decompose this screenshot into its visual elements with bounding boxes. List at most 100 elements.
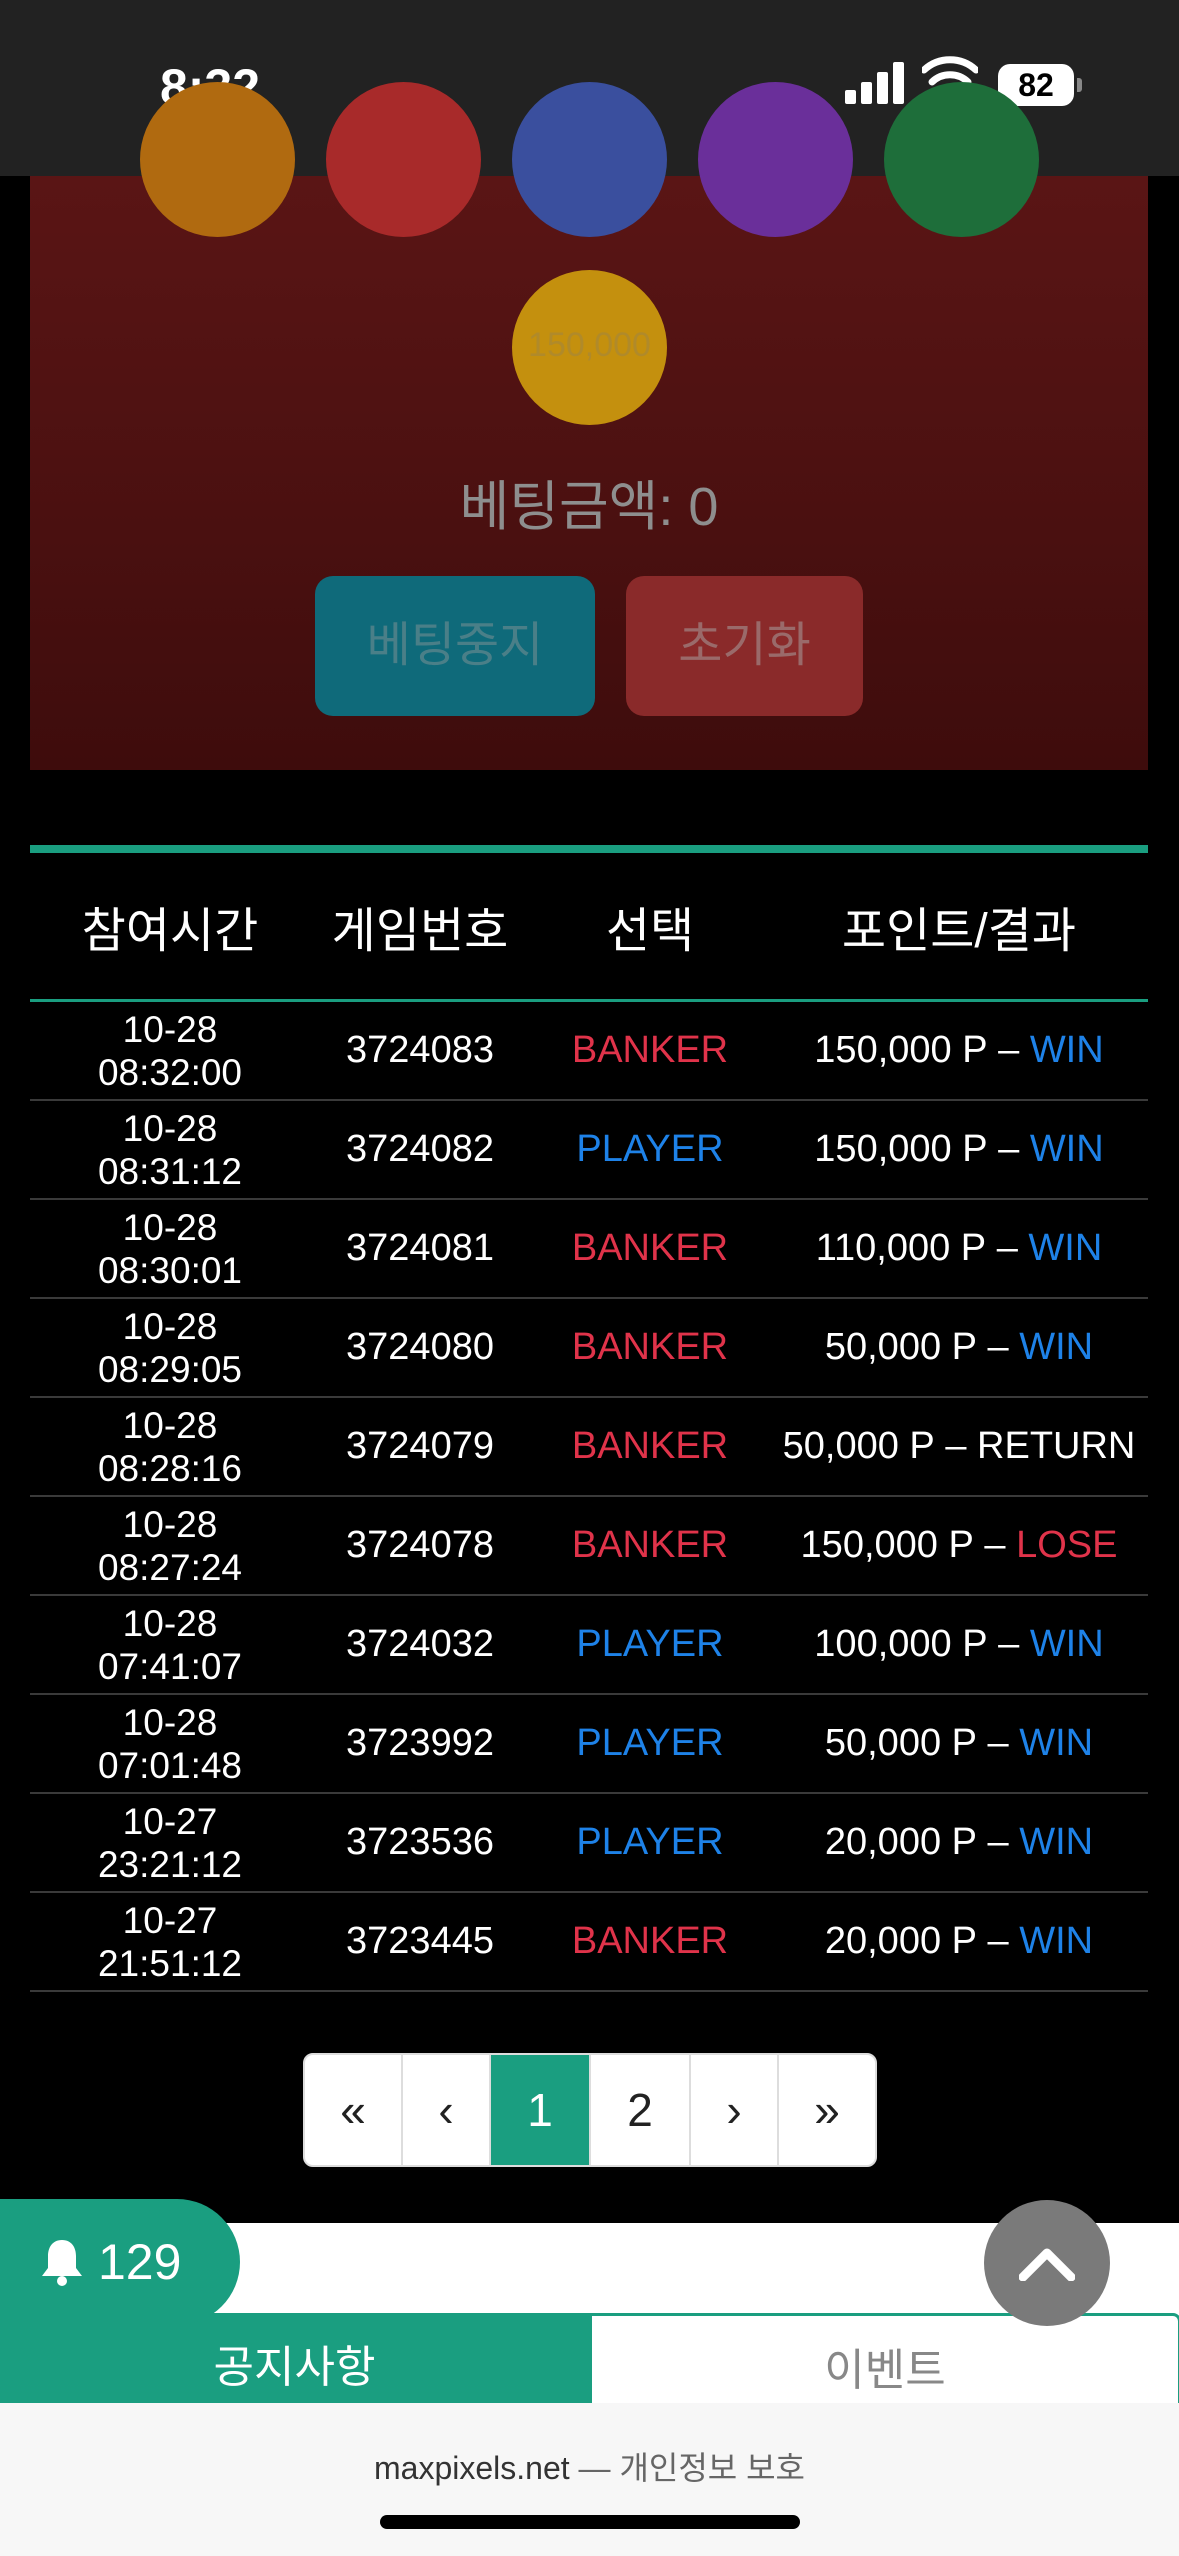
- cell-date: 10-28: [122, 1404, 218, 1446]
- cell-date: 10-28: [122, 1503, 218, 1545]
- cell-points-result: 150,000 P – LOSE: [770, 1524, 1148, 1567]
- cell-date: 10-28: [122, 1107, 218, 1149]
- cell-choice: BANKER: [571, 1326, 729, 1368]
- tab-notice[interactable]: 공지사항: [0, 2313, 589, 2403]
- cell-game-number: 3723536: [346, 1821, 494, 1863]
- cell-game-number: 3723445: [346, 1920, 494, 1962]
- result-separator: –: [977, 1821, 1020, 1863]
- cell-clock: 08:28:16: [97, 1447, 243, 1489]
- result-separator: –: [987, 1623, 1030, 1665]
- header-choice: 선택: [605, 905, 695, 958]
- cell-points: 150,000 P: [800, 1524, 974, 1566]
- result-separator: –: [977, 1326, 1020, 1368]
- result-separator: –: [987, 1128, 1030, 1170]
- chip-blue[interactable]: [512, 82, 667, 237]
- cell-time: 10-28 07:01:48: [30, 1701, 310, 1787]
- page-1-button[interactable]: 1: [491, 2055, 591, 2165]
- url-text: maxpixels.net — 개인정보 보호: [0, 2443, 1179, 2489]
- next-page-button[interactable]: ›: [691, 2055, 779, 2165]
- table-row: 10-28 08:32:00 3724083 BANKER 150,000 P – WI…: [30, 1002, 1148, 1101]
- table-row: 10-28 07:41:07 3724032 PLAYER 100,000 P – WI…: [30, 1596, 1148, 1695]
- tab-event[interactable]: 이벤트: [589, 2313, 1179, 2404]
- cell-clock: 07:41:07: [97, 1645, 243, 1687]
- cell-game-number: 3724080: [346, 1326, 494, 1368]
- page-2-button[interactable]: 2: [591, 2055, 691, 2165]
- betting-panel: 150,000 베팅금액: 0 베팅중지 초기화: [30, 82, 1148, 770]
- cell-choice: PLAYER: [576, 1128, 724, 1170]
- cell-result: WIN: [1029, 1029, 1104, 1071]
- home-indicator[interactable]: [380, 2515, 800, 2529]
- cell-points: 110,000 P: [815, 1227, 987, 1269]
- chip-green[interactable]: [884, 82, 1039, 237]
- cell-time: 10-28 08:27:24: [30, 1503, 310, 1589]
- header-points-result: 포인트/결과: [841, 905, 1077, 958]
- cell-points-result: 50,000 P – WIN: [770, 1722, 1148, 1765]
- cell-points: 20,000 P: [824, 1920, 977, 1962]
- cell-points-result: 150,000 P – WIN: [770, 1128, 1148, 1171]
- cell-result: RETURN: [977, 1425, 1136, 1467]
- table-row: 10-28 08:27:24 3724078 BANKER 150,000 P – LO…: [30, 1497, 1148, 1596]
- cell-game-number: 3724079: [346, 1425, 494, 1467]
- bell-icon: [42, 2240, 82, 2286]
- cell-choice: PLAYER: [576, 1821, 724, 1863]
- cell-points-result: 20,000 P – WIN: [770, 1920, 1148, 1963]
- cell-time: 10-28 08:30:01: [30, 1206, 310, 1292]
- privacy-label: 개인정보 보호: [619, 2450, 805, 2486]
- result-separator: –: [977, 1722, 1020, 1764]
- cell-result: WIN: [1028, 1227, 1103, 1269]
- cell-game-number: 3724083: [346, 1029, 494, 1071]
- cell-points-result: 20,000 P – WIN: [770, 1821, 1148, 1864]
- chip-amount-label: 150,000: [528, 326, 651, 364]
- cell-choice: BANKER: [571, 1227, 729, 1269]
- cell-game-number: 3724078: [346, 1524, 494, 1566]
- pagination: « ‹ 1 2 › »: [303, 2053, 877, 2167]
- table-row: 10-28 08:31:12 3724082 PLAYER 150,000 P – WI…: [30, 1101, 1148, 1200]
- chip-purple[interactable]: [698, 82, 853, 237]
- scroll-to-top-button[interactable]: [984, 2200, 1110, 2326]
- cell-clock: 21:51:12: [97, 1942, 243, 1984]
- chip-red[interactable]: [326, 82, 481, 237]
- chevron-up-icon: [1019, 2248, 1075, 2281]
- cell-choice: PLAYER: [576, 1623, 724, 1665]
- url-separator: —: [578, 2450, 611, 2486]
- result-separator: –: [986, 1227, 1029, 1269]
- chip-orange[interactable]: [140, 82, 295, 237]
- cell-date: 10-28: [122, 1305, 218, 1347]
- cell-game-number: 3724032: [346, 1623, 494, 1665]
- cell-points: 150,000 P: [814, 1128, 988, 1170]
- cell-choice: BANKER: [571, 1029, 729, 1071]
- domain: maxpixels.net: [374, 2450, 570, 2486]
- cellular-signal-icon: [845, 60, 905, 104]
- cell-result: WIN: [1029, 1623, 1104, 1665]
- result-separator: –: [934, 1425, 978, 1467]
- cell-clock: 07:01:48: [97, 1744, 243, 1786]
- cell-game-number: 3724081: [346, 1227, 494, 1269]
- prev-page-button[interactable]: ‹: [403, 2055, 491, 2165]
- last-page-button[interactable]: »: [779, 2055, 875, 2165]
- first-page-button[interactable]: «: [305, 2055, 403, 2165]
- cell-clock: 08:29:05: [97, 1348, 243, 1390]
- table-row: 10-28 07:01:48 3723992 PLAYER 50,000 P – WIN: [30, 1695, 1148, 1794]
- cell-time: 10-28 07:41:07: [30, 1602, 310, 1688]
- cell-points: 50,000 P: [824, 1722, 977, 1764]
- cell-result: LOSE: [1016, 1524, 1118, 1566]
- cell-points-result: 110,000 P – WIN: [770, 1227, 1148, 1270]
- cell-choice: BANKER: [571, 1920, 729, 1962]
- browser-address-bar[interactable]: maxpixels.net — 개인정보 보호: [0, 2403, 1179, 2556]
- cell-points: 50,000 P: [824, 1326, 977, 1368]
- cell-time: 10-27 23:21:12: [30, 1800, 310, 1886]
- notification-button[interactable]: 129: [0, 2199, 240, 2325]
- table-top-border: [30, 845, 1148, 853]
- cell-clock: 08:32:00: [97, 1051, 243, 1093]
- chip-150000[interactable]: 150,000: [512, 270, 667, 425]
- stop-betting-button[interactable]: 베팅중지: [315, 576, 595, 716]
- cell-points-result: 100,000 P – WIN: [770, 1623, 1148, 1666]
- cell-points-result: 50,000 P – RETURN: [770, 1425, 1148, 1468]
- cell-date: 10-28: [122, 1602, 218, 1644]
- result-separator: –: [977, 1920, 1020, 1962]
- cell-result: WIN: [1029, 1128, 1104, 1170]
- reset-button[interactable]: 초기화: [626, 576, 863, 716]
- cell-result: WIN: [1019, 1920, 1094, 1962]
- cell-clock: 08:27:24: [97, 1546, 243, 1588]
- cell-choice: BANKER: [571, 1524, 729, 1566]
